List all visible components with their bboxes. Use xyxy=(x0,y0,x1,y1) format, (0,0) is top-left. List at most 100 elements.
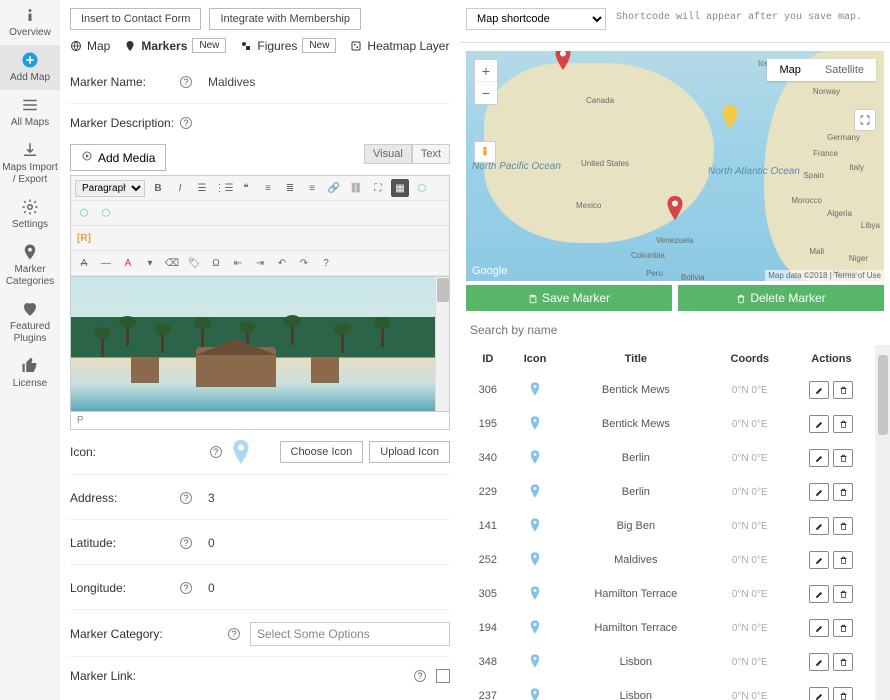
sidebar-item-license[interactable]: License xyxy=(0,351,60,396)
edit-button[interactable] xyxy=(809,381,829,399)
align-center-icon[interactable]: ≣ xyxy=(281,179,299,197)
insert-contact-button[interactable]: Insert to Contact Form xyxy=(70,8,201,30)
plugin-icon[interactable]: ⬡ xyxy=(413,179,431,197)
delete-button[interactable] xyxy=(833,619,853,637)
editor-content[interactable] xyxy=(70,277,450,412)
sidebar-item-marker-categories[interactable]: Marker Categories xyxy=(0,237,60,294)
plugin2-icon[interactable]: ⬡ xyxy=(75,204,93,222)
strike-icon[interactable]: A xyxy=(75,254,93,272)
help-icon[interactable]: ? xyxy=(228,628,240,640)
edit-button[interactable] xyxy=(809,653,829,671)
editor-tab-visual[interactable]: Visual xyxy=(364,144,412,164)
sidebar-item-overview[interactable]: Overview xyxy=(0,0,60,45)
sidebar-item-all-maps[interactable]: All Maps xyxy=(0,90,60,135)
omega-icon[interactable]: Ω xyxy=(207,254,225,272)
integrate-membership-button[interactable]: Integrate with Membership xyxy=(209,8,361,30)
quote-icon[interactable]: ❝ xyxy=(237,179,255,197)
edit-button[interactable] xyxy=(809,585,829,603)
th-id[interactable]: ID xyxy=(466,345,510,373)
list-ol-icon[interactable]: ⋮☰ xyxy=(215,179,233,197)
delete-button[interactable] xyxy=(833,687,853,700)
tab-figures[interactable]: Figures New xyxy=(240,38,336,53)
paragraph-select[interactable]: Paragraph xyxy=(75,180,145,197)
editor-help-icon[interactable]: ? xyxy=(317,254,335,272)
editor-tab-text[interactable]: Text xyxy=(412,144,450,164)
pegman-icon[interactable] xyxy=(474,141,496,163)
save-marker-button[interactable]: Save Marker xyxy=(466,285,672,311)
delete-button[interactable] xyxy=(833,585,853,603)
italic-icon[interactable]: I xyxy=(171,179,189,197)
th-coords[interactable]: Coords xyxy=(711,345,788,373)
edit-button[interactable] xyxy=(809,483,829,501)
redo-icon[interactable]: ↷ xyxy=(295,254,313,272)
editor-scrollbar[interactable] xyxy=(435,277,449,411)
list-ul-icon[interactable]: ☰ xyxy=(193,179,211,197)
r-shortcode-icon[interactable]: [R] xyxy=(75,229,93,247)
zoom-out-button[interactable]: − xyxy=(475,82,497,104)
choose-icon-button[interactable]: Choose Icon xyxy=(280,441,364,463)
delete-marker-button[interactable]: Delete Marker xyxy=(678,285,884,311)
map-type-map[interactable]: Map xyxy=(767,59,812,81)
tab-heatmap[interactable]: Heatmap Layer xyxy=(350,39,449,53)
fullscreen-icon[interactable]: ⛶ xyxy=(369,179,387,197)
align-right-icon[interactable]: ≡ xyxy=(303,179,321,197)
indent-icon[interactable]: ⇥ xyxy=(251,254,269,272)
delete-button[interactable] xyxy=(833,381,853,399)
delete-button[interactable] xyxy=(833,483,853,501)
align-left-icon[interactable]: ≡ xyxy=(259,179,277,197)
delete-button[interactable] xyxy=(833,551,853,569)
map-pin-yellow-icon[interactable] xyxy=(721,105,739,129)
marker-name-input[interactable] xyxy=(202,71,450,93)
tab-markers[interactable]: Markers New xyxy=(124,38,226,53)
map-pin-red-icon[interactable] xyxy=(666,196,684,220)
delete-button[interactable] xyxy=(833,449,853,467)
bold-icon[interactable]: B xyxy=(149,179,167,197)
help-icon[interactable]: ? xyxy=(180,117,192,129)
chevron-down-icon[interactable]: ▾ xyxy=(141,254,159,272)
sidebar-item-settings[interactable]: Settings xyxy=(0,192,60,237)
th-title[interactable]: Title xyxy=(560,345,711,373)
edit-button[interactable] xyxy=(809,415,829,433)
add-media-button[interactable]: Add Media xyxy=(70,144,166,171)
tag-icon[interactable]: 🏷 xyxy=(185,254,203,272)
edit-button[interactable] xyxy=(809,687,829,700)
map-type-satellite[interactable]: Satellite xyxy=(813,59,876,81)
upload-icon-button[interactable]: Upload Icon xyxy=(369,441,450,463)
latitude-input[interactable] xyxy=(202,532,450,554)
marker-link-checkbox[interactable] xyxy=(436,669,450,683)
map-pin-red-icon[interactable] xyxy=(554,51,572,70)
toolbar-toggle-icon[interactable]: ▦ xyxy=(391,179,409,197)
delete-button[interactable] xyxy=(833,517,853,535)
help-icon[interactable]: ? xyxy=(414,670,426,682)
edit-button[interactable] xyxy=(809,449,829,467)
table-scrollbar[interactable] xyxy=(875,345,890,700)
longitude-input[interactable] xyxy=(202,577,450,599)
undo-icon[interactable]: ↶ xyxy=(273,254,291,272)
help-icon[interactable]: ? xyxy=(180,537,192,549)
shortcode-select[interactable]: Map shortcode xyxy=(466,8,606,30)
edit-button[interactable] xyxy=(809,517,829,535)
help-icon[interactable]: ? xyxy=(210,446,222,458)
search-input[interactable] xyxy=(466,319,890,341)
plugin3-icon[interactable]: ⬡ xyxy=(97,204,115,222)
sidebar-item-featured-plugins[interactable]: Featured Plugins xyxy=(0,294,60,351)
category-select[interactable]: Select Some Options xyxy=(250,622,450,646)
delete-button[interactable] xyxy=(833,415,853,433)
help-icon[interactable]: ? xyxy=(180,492,192,504)
sidebar-item-add-map[interactable]: Add Map xyxy=(0,45,60,90)
hr-icon[interactable]: — xyxy=(97,254,115,272)
edit-button[interactable] xyxy=(809,551,829,569)
zoom-in-button[interactable]: + xyxy=(475,60,497,82)
help-icon[interactable]: ? xyxy=(180,76,192,88)
address-input[interactable] xyxy=(202,487,450,509)
th-icon[interactable]: Icon xyxy=(510,345,561,373)
clear-format-icon[interactable]: ⌫ xyxy=(163,254,181,272)
text-color-icon[interactable]: A xyxy=(119,254,137,272)
unlink-icon[interactable]: ⛓ xyxy=(347,179,365,197)
sidebar-item-import-export[interactable]: Maps Import / Export xyxy=(0,135,60,192)
edit-button[interactable] xyxy=(809,619,829,637)
outdent-icon[interactable]: ⇤ xyxy=(229,254,247,272)
help-icon[interactable]: ? xyxy=(180,582,192,594)
map[interactable]: North Pacific Ocean North Atlantic Ocean… xyxy=(466,51,884,281)
link-icon[interactable]: 🔗 xyxy=(325,179,343,197)
